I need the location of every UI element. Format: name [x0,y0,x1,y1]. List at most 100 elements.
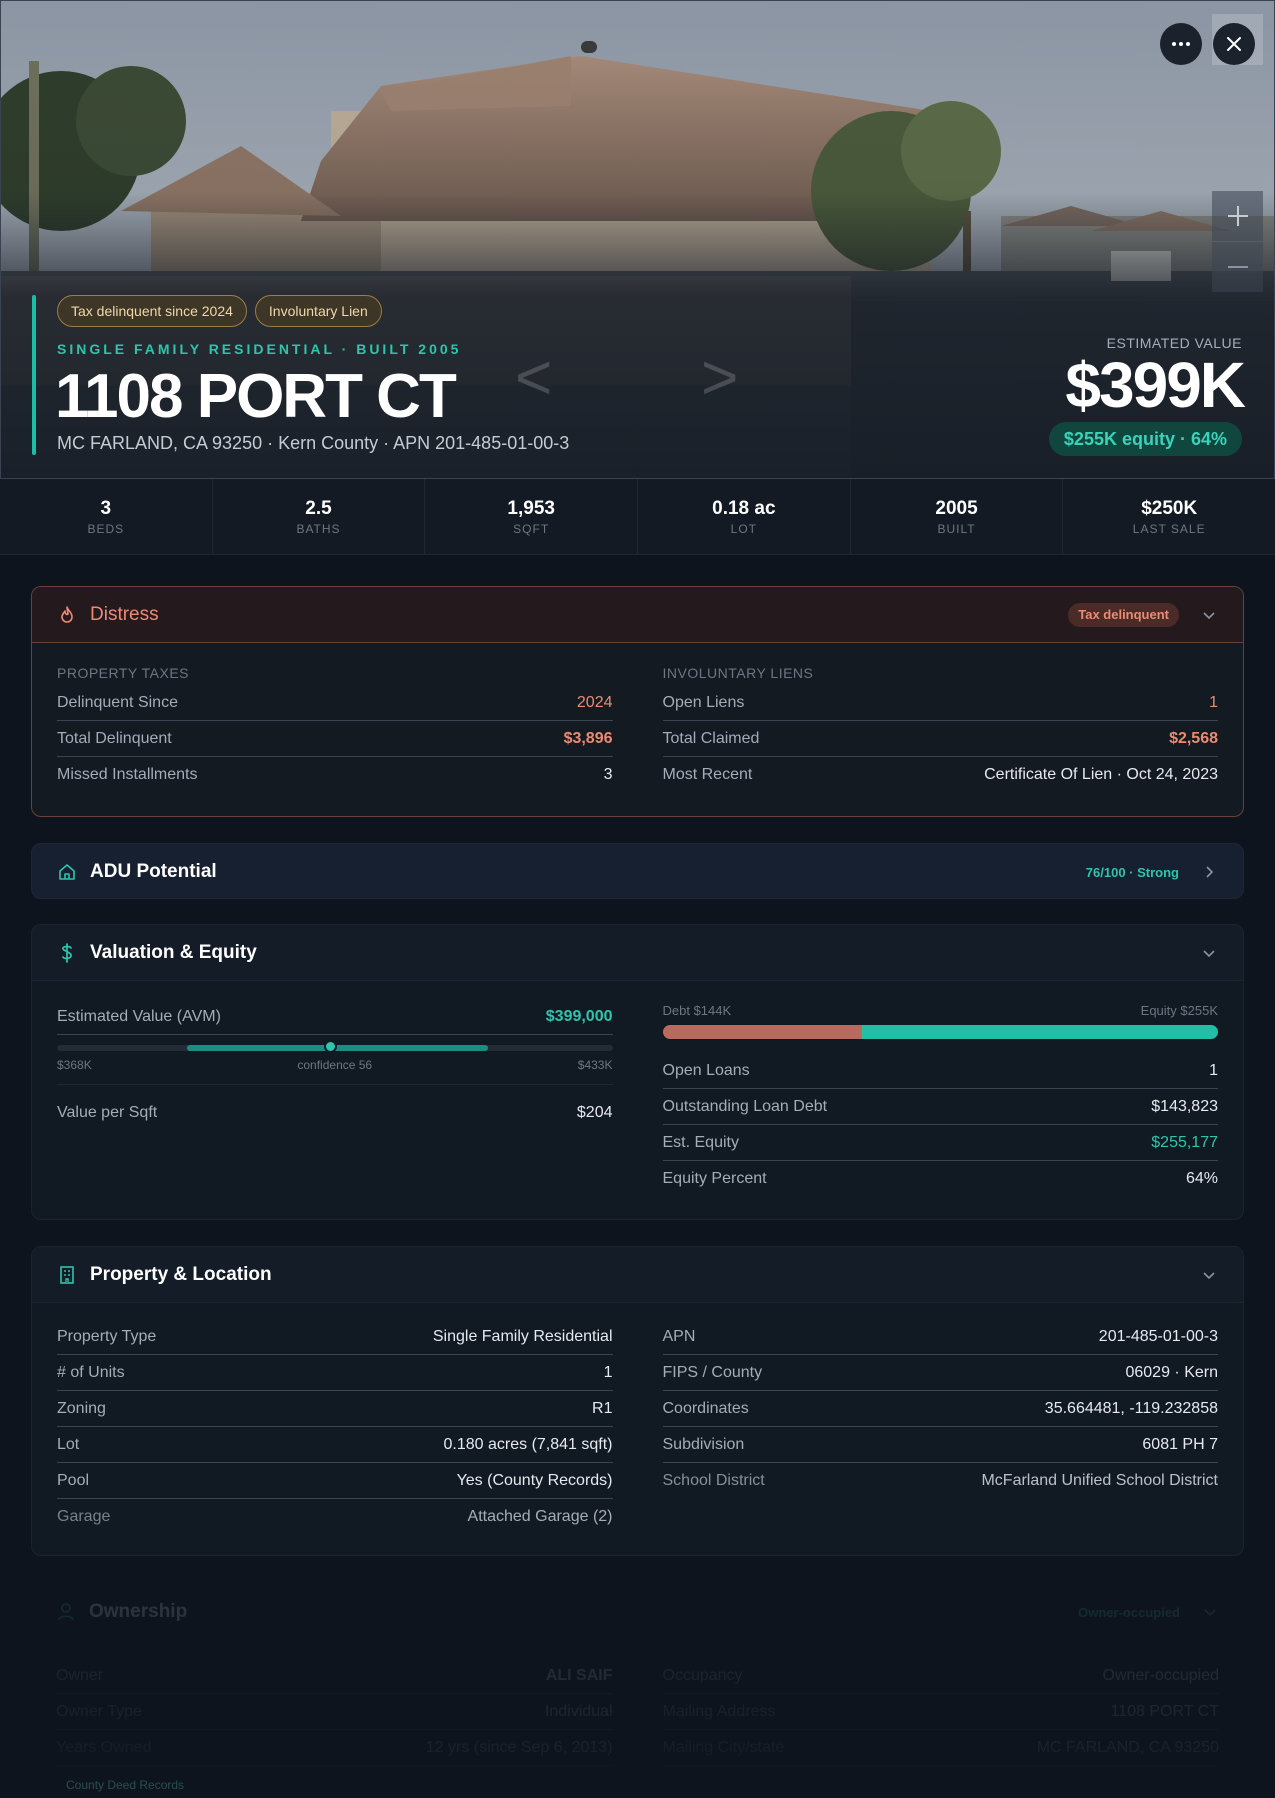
estimated-value: $399K [1065,349,1246,421]
row-key: Years Owned [56,1738,152,1756]
detail-row: Delinquent Since 2024 [57,685,613,721]
row-key: Garage [57,1508,111,1525]
chevron-down-icon[interactable] [1202,1604,1218,1620]
minus-icon [1227,266,1248,268]
zoom-out-button[interactable] [1212,242,1263,292]
row-key: School District [662,1472,765,1489]
row-value: 1 [1209,693,1218,711]
page-title: 1108 PORT CT [55,362,457,431]
debt-segment [662,1025,863,1039]
plus-icon [1227,206,1248,226]
row-value: 35.664481, -119.232858 [1044,1399,1218,1417]
row-key: Total Delinquent [57,729,172,747]
row-key: Outstanding Loan Debt [662,1097,828,1115]
close-button[interactable] [1213,23,1255,65]
chevron-down-icon[interactable] [1201,945,1217,961]
row-key: Delinquent Since [57,693,178,711]
close-icon [1227,37,1241,51]
stat-beds: 3 BEDS [0,479,213,554]
detail-row: Most Recent Certificate Of Lien · Oct 24,… [663,757,1219,793]
location-details-column: APN 201-485-01-00-3 FIPS / County 06029 · … [662,1303,1218,1535]
property-header[interactable]: Property & Location [32,1247,1243,1303]
detail-row: Years Owned 12 yrs (since Sep 6, 2013) [56,1730,613,1766]
row-key: Occupancy [662,1666,743,1684]
chevron-down-icon[interactable] [1201,607,1217,623]
stat-value: 2.5 [305,498,332,519]
detail-row: # of Units 1 [57,1355,613,1391]
debt-equity-labels: Debt $144K Equity $255K [663,1003,1219,1018]
adu-potential-card[interactable]: ADU Potential 76/100 · Strong [31,843,1244,899]
property-taxes-column: PROPERTY TAXES Delinquent Since 2024 Tota… [57,643,613,793]
range-low: $368K [57,1058,92,1072]
range-high: $433K [577,1058,613,1072]
detail-row: Garage Attached Garage (2) [57,1499,613,1535]
row-value: ALI SAIF [545,1666,613,1684]
row-value: 201-485-01-00-3 [1098,1327,1218,1345]
prev-photo-button[interactable]: < [515,345,552,409]
stat-baths: 2.5 BATHS [213,479,426,554]
row-value: 64% [1185,1170,1218,1187]
row-key: Coordinates [662,1399,749,1417]
stat-value: 2005 [935,498,978,519]
chevron-down-icon[interactable] [1201,1267,1217,1283]
row-key: Open Loans [662,1061,750,1079]
row-value: Owner-occupied [1102,1666,1220,1684]
row-value: Individual [544,1702,613,1720]
row-value: Certificate Of Lien · Oct 24, 2023 [984,766,1218,783]
row-key: Lot [57,1435,80,1453]
stat-label: LAST SALE [1132,522,1206,536]
detail-row: Property Type Single Family Residential [57,1319,613,1355]
distress-header[interactable]: Distress Tax delinquent [32,587,1243,643]
stat-value: 0.18 ac [712,498,776,519]
ownership-source-note: County Deed Records [66,1778,185,1792]
row-value: 1108 PORT CT [1110,1702,1220,1720]
confidence-range-fill [186,1045,488,1051]
avm-column: Estimated Value (AVM) $399,000 $368K con… [57,981,613,1197]
stat-label: BUILT [937,522,976,536]
row-key: Pool [57,1471,90,1489]
next-photo-button[interactable]: > [701,345,738,409]
row-value: $143,823 [1151,1097,1218,1115]
detail-row: Total Claimed $2,568 [662,721,1218,757]
valuation-header[interactable]: Valuation & Equity [32,925,1243,981]
estimate-marker [324,1040,338,1053]
stat-sqft: 1,953 SQFT [425,479,639,554]
row-value: 3 [603,766,613,783]
row-key: Equity Percent [662,1170,767,1187]
confidence-range-bar [57,1040,613,1053]
owner-column: Owner ALI SAIF Owner Type Individual Years… [56,1640,613,1766]
debt-label: Debt $144K [662,1003,732,1018]
detail-row: Subdivision 6081 PH 7 [662,1427,1218,1463]
adu-score: 76/100 · Strong [1085,864,1179,880]
row-value: $3,896 [563,729,613,747]
hero-accent-bar [32,295,36,455]
adu-header[interactable]: ADU Potential 76/100 · Strong [32,844,1243,898]
ownership-card: Ownership Owner-occupied Owner ALI SAIF O… [31,1584,1244,1798]
user-icon [57,1603,75,1621]
detail-row: Lot 0.180 acres (7,841 sqft) [57,1427,613,1463]
stat-label: SQFT [513,522,550,536]
value-per-sqft-row: Value per Sqft $204 [57,1085,613,1141]
stat-built: 2005 BUILT [851,479,1064,554]
property-title: Property & Location [90,1263,272,1285]
distress-card: Distress Tax delinquent PROPERTY TAXES D… [31,586,1244,817]
row-key: Zoning [57,1399,106,1417]
row-value: 1 [1209,1061,1218,1079]
chevron-right-icon[interactable] [1201,864,1217,880]
home-icon [58,863,76,881]
tax-delinquent-badge: Tax delinquent since 2024 [57,295,247,327]
ownership-header[interactable]: Ownership Owner-occupied [31,1584,1244,1640]
row-value: 0.180 acres (7,841 sqft) [443,1435,613,1453]
row-key: Est. Equity [662,1133,739,1151]
ownership-title: Ownership [89,1601,188,1622]
zoom-in-button[interactable] [1212,191,1263,241]
confidence-labels: $368K confidence 56 $433K [57,1058,613,1085]
tax-delinquent-pill: Tax delinquent [1068,603,1179,627]
row-key: Estimated Value (AVM) [57,1007,221,1025]
section-label: INVOLUNTARY LIENS [662,665,814,681]
stat-value: 3 [100,498,112,519]
row-value: $399,000 [545,1007,613,1025]
row-key: Mailing Address [662,1702,776,1720]
row-key: Total Claimed [662,729,760,747]
more-button[interactable] [1160,23,1202,65]
